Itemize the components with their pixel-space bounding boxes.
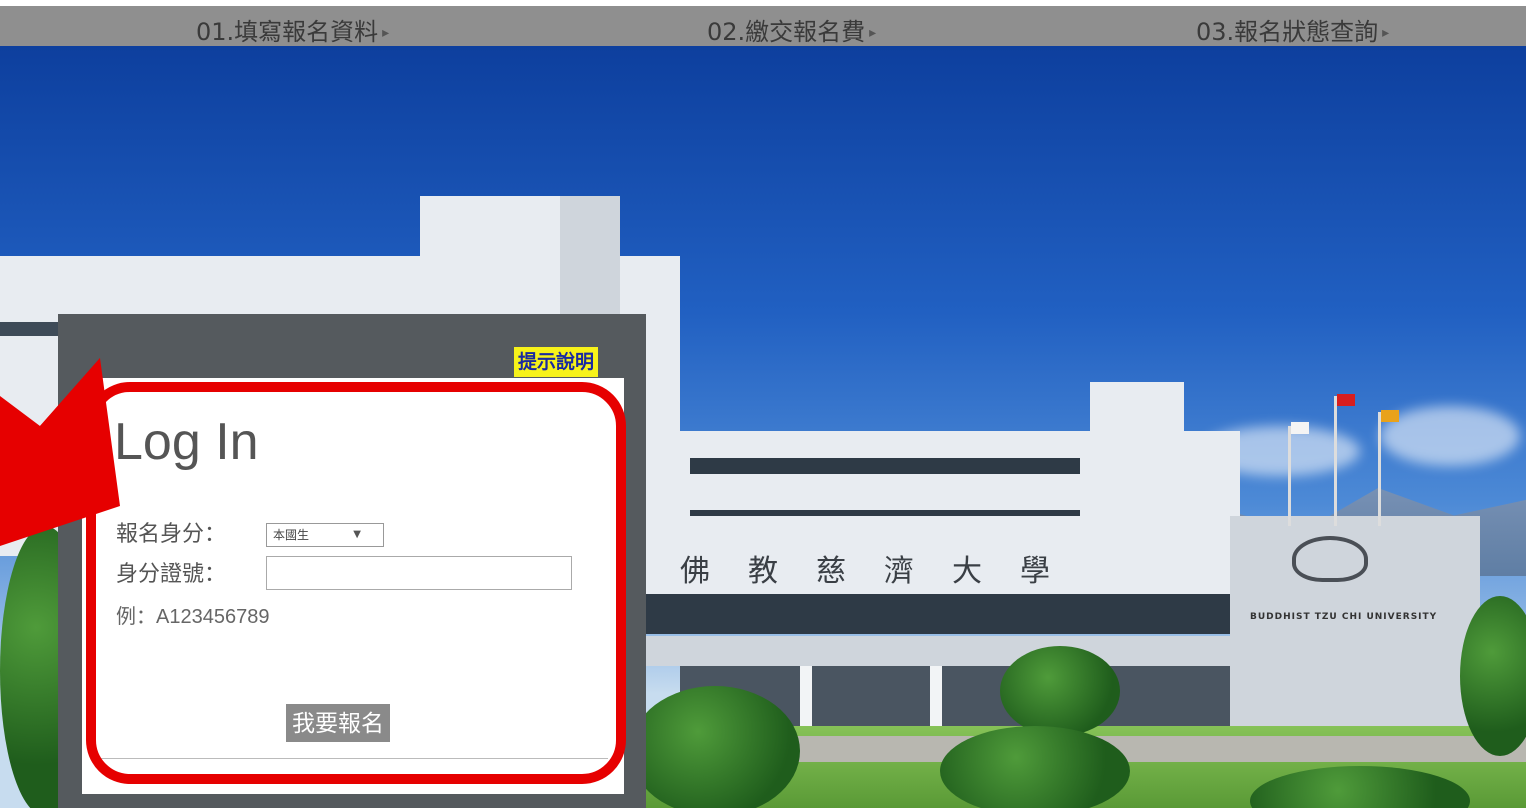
id-example-text: 例：A123456789 <box>116 606 270 628</box>
flag <box>1381 410 1399 422</box>
glass-facade <box>640 594 1230 634</box>
university-emblem <box>1292 536 1368 582</box>
id-number-label: 身分證號： <box>116 562 227 587</box>
pointer-arrow-icon <box>0 358 120 546</box>
window-row <box>690 458 1080 474</box>
divider <box>96 758 608 759</box>
university-english-sign: BUDDHIST TZU CHI UNIVERSITY <box>1250 612 1438 622</box>
pillar <box>930 666 942 726</box>
identity-select[interactable]: 本國生 ▼ <box>266 523 384 547</box>
register-button[interactable]: 我要報名 <box>286 704 390 742</box>
nav-step-label: 02.繳交報名費 <box>707 18 866 46</box>
identity-label: 報名身分： <box>116 522 227 547</box>
flag <box>1337 394 1355 406</box>
tree <box>940 726 1130 808</box>
roof-block <box>1090 382 1184 442</box>
cloud <box>1380 406 1520 466</box>
nav-step-label: 01.填寫報名資料 <box>196 18 379 46</box>
flagpole <box>1378 412 1381 526</box>
canopy <box>640 636 1230 666</box>
nav-step-1-fill-form[interactable]: 01.填寫報名資料 ▸ <box>196 12 389 47</box>
nav-step-3-status-query[interactable]: 03.報名狀態查詢 ▸ <box>1196 12 1389 47</box>
flagpole <box>1334 396 1337 526</box>
top-navigation-bar: 01.填寫報名資料 ▸ 02.繳交報名費 ▸ 03.報名狀態查詢 ▸ <box>0 0 1526 46</box>
university-sign: 佛教慈濟大學 <box>680 554 1088 589</box>
flag <box>1291 422 1309 434</box>
tree <box>630 686 800 808</box>
dropdown-arrow-icon: ▼ <box>353 529 361 540</box>
nav-step-label: 03.報名狀態查詢 <box>1196 18 1379 46</box>
tree <box>1000 646 1120 736</box>
id-number-input[interactable] <box>266 556 572 590</box>
login-title: Log In <box>114 413 259 471</box>
flagpole <box>1288 426 1291 526</box>
nav-step-2-pay-fee[interactable]: 02.繳交報名費 ▸ <box>707 12 876 47</box>
pillar <box>800 666 812 726</box>
nav-arrow-icon: ▸ <box>1382 25 1390 41</box>
identity-selected-value: 本國生 <box>273 528 310 542</box>
nav-arrow-icon: ▸ <box>869 25 877 41</box>
nav-arrow-icon: ▸ <box>382 25 390 41</box>
help-button[interactable]: 提示說明 <box>514 347 599 377</box>
